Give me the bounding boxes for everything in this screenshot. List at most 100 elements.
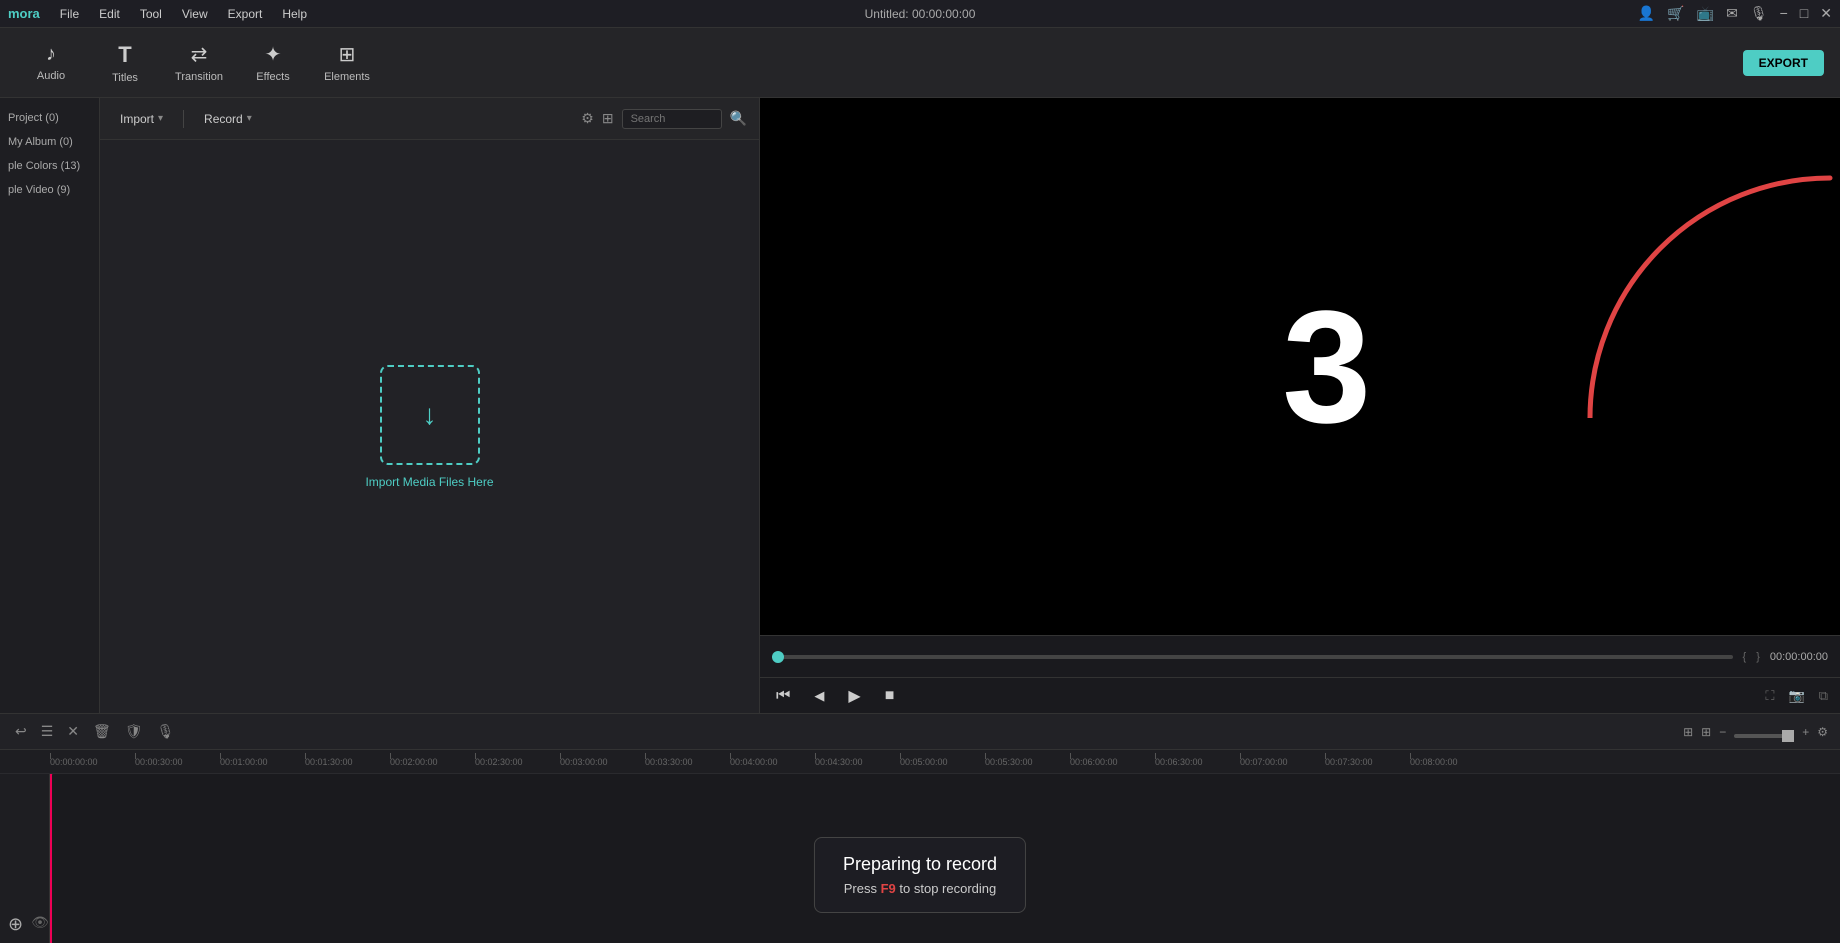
ruler-mark: 00:00:00:00 bbox=[50, 757, 135, 767]
plus-icon[interactable]: + bbox=[1802, 725, 1809, 739]
playhead bbox=[50, 774, 52, 943]
tool-effects[interactable]: ✦ Effects bbox=[238, 33, 308, 93]
zoom-handle[interactable] bbox=[1782, 730, 1794, 742]
media-right-tools: ⚙ ⊞ 🔍 bbox=[581, 109, 747, 129]
record-chevron-icon: ▾ bbox=[247, 113, 252, 124]
import-button[interactable]: Import ▾ bbox=[112, 108, 171, 130]
toolbar-separator bbox=[183, 110, 184, 128]
tool-titles[interactable]: T Titles bbox=[90, 33, 160, 93]
menu-view[interactable]: View bbox=[174, 5, 216, 23]
user-icon[interactable]: 👤 bbox=[1638, 5, 1655, 22]
menu-tool[interactable]: Tool bbox=[132, 5, 170, 23]
preview-controls: { } 00:00:00:00 bbox=[760, 635, 1840, 677]
tool-effects-label: Effects bbox=[256, 71, 289, 83]
menu-bar: mora File Edit Tool View Export Help Unt… bbox=[0, 0, 1840, 28]
tool-audio[interactable]: ♪ Audio bbox=[16, 33, 86, 93]
media-toolbar: Import ▾ Record ▾ ⚙ ⊞ 🔍 bbox=[100, 98, 759, 140]
sidebar: Project (0) My Album (0) ple Colors (13)… bbox=[0, 98, 100, 713]
ruler-mark: 00:07:30:00 bbox=[1325, 757, 1410, 767]
menu-export[interactable]: Export bbox=[220, 5, 271, 23]
search-icon[interactable]: 🔍 bbox=[730, 110, 747, 127]
settings-icon[interactable]: ⚙ bbox=[1817, 725, 1828, 739]
tool-titles-label: Titles bbox=[112, 72, 138, 84]
scrubber-dot bbox=[772, 651, 784, 663]
toolbar: ♪ Audio T Titles ⇄ Transition ✦ Effects … bbox=[0, 28, 1840, 98]
menu-edit[interactable]: Edit bbox=[91, 5, 128, 23]
ruler-mark: 00:02:30:00 bbox=[475, 757, 560, 767]
mic-icon[interactable]: 🎙 bbox=[1750, 5, 1768, 22]
timeline-scrubber[interactable] bbox=[772, 655, 1733, 659]
system-icons: 👤 🛒 📺 ✉ 🎙 − □ ✕ bbox=[1638, 5, 1832, 22]
snapshot-icon[interactable]: 📷 bbox=[1789, 688, 1805, 704]
media-content: ↓ Import Media Files Here bbox=[100, 140, 759, 713]
drop-zone-label: Import Media Files Here bbox=[365, 475, 493, 489]
search-input[interactable] bbox=[622, 109, 722, 129]
maximize-icon[interactable]: □ bbox=[1800, 5, 1808, 22]
minus-icon[interactable]: − bbox=[1719, 725, 1726, 739]
media-panel: Import ▾ Record ▾ ⚙ ⊞ 🔍 ↓ Import Media F… bbox=[100, 98, 760, 713]
export-button[interactable]: EXPORT bbox=[1743, 50, 1824, 76]
delete-icon[interactable]: 🗑 bbox=[90, 720, 114, 743]
shield-icon[interactable]: 🛡 bbox=[122, 720, 146, 743]
zoom-slider[interactable] bbox=[1734, 734, 1794, 738]
import-chevron-icon: ▾ bbox=[158, 113, 163, 124]
pip-icon[interactable]: ⧉ bbox=[1819, 688, 1828, 704]
transition-icon: ⇄ bbox=[191, 42, 208, 67]
tool-elements[interactable]: ⊞ Elements bbox=[312, 33, 382, 93]
timeline-toolbar: ↩ ☰ ✕ 🗑 🛡 🎙 ⊞ ⊞ − + ⚙ bbox=[0, 714, 1840, 750]
sidebar-item-sample-video[interactable]: ple Video (9) bbox=[0, 178, 99, 202]
rewind-button[interactable]: ⏮ bbox=[772, 683, 794, 709]
mail-icon[interactable]: ✉ bbox=[1726, 5, 1738, 22]
close-timeline-icon[interactable]: ✕ bbox=[64, 720, 82, 743]
ruler-mark: 00:04:00:00 bbox=[730, 757, 815, 767]
fullscreen-icon[interactable]: ⛶ bbox=[1765, 688, 1774, 704]
menu-help[interactable]: Help bbox=[274, 5, 315, 23]
ruler-mark: 00:05:30:00 bbox=[985, 757, 1070, 767]
undo-icon[interactable]: ↩ bbox=[12, 720, 30, 743]
bottom-icons-row: ⊕ 👁 bbox=[8, 914, 49, 935]
ruler-mark: 00:08:00:00 bbox=[1410, 757, 1495, 767]
timeline-ruler: 00:00:00:0000:00:30:0000:01:00:0000:01:3… bbox=[0, 750, 1840, 774]
play-back-button[interactable]: ◀ bbox=[810, 684, 828, 708]
menu-items: File Edit Tool View Export Help bbox=[52, 5, 315, 23]
eye-icon[interactable]: 👁 bbox=[31, 914, 49, 935]
bracket-right-icon: } bbox=[1756, 651, 1760, 663]
ruler-mark: 00:04:30:00 bbox=[815, 757, 900, 767]
timeline-right-controls: ⊞ ⊞ − + ⚙ bbox=[1683, 725, 1828, 739]
add-icon[interactable]: ⊕ bbox=[8, 914, 23, 935]
tool-audio-label: Audio bbox=[37, 70, 65, 82]
close-icon[interactable]: ✕ bbox=[1820, 5, 1832, 22]
f9-key: F9 bbox=[881, 881, 896, 896]
tool-elements-label: Elements bbox=[324, 71, 370, 83]
record-button[interactable]: Record ▾ bbox=[196, 108, 260, 130]
list-icon[interactable]: ☰ bbox=[38, 720, 57, 743]
tool-transition[interactable]: ⇄ Transition bbox=[164, 33, 234, 93]
play-button[interactable]: ▶ bbox=[844, 682, 864, 710]
main-area: Project (0) My Album (0) ple Colors (13)… bbox=[0, 98, 1840, 713]
sidebar-item-project[interactable]: Project (0) bbox=[0, 106, 99, 130]
snap-icon[interactable]: ⊞ bbox=[1683, 725, 1693, 739]
app-logo: mora bbox=[8, 6, 40, 21]
sidebar-item-my-album[interactable]: My Album (0) bbox=[0, 130, 99, 154]
add-track-icon[interactable]: ⊞ bbox=[1701, 725, 1711, 739]
countdown-overlay: 3 bbox=[760, 98, 1840, 635]
filter-icon[interactable]: ⚙ bbox=[581, 110, 594, 127]
screen-icon[interactable]: 📺 bbox=[1697, 5, 1714, 22]
ruler-marks: 00:00:00:0000:00:30:0000:01:00:0000:01:3… bbox=[50, 757, 1495, 767]
menu-file[interactable]: File bbox=[52, 5, 87, 23]
cart-icon[interactable]: 🛒 bbox=[1667, 5, 1684, 22]
ruler-mark: 00:01:00:00 bbox=[220, 757, 305, 767]
minimize-icon[interactable]: − bbox=[1780, 5, 1788, 22]
drop-zone[interactable]: ↓ bbox=[380, 365, 480, 465]
ruler-mark: 00:05:00:00 bbox=[900, 757, 985, 767]
record-timeline-icon[interactable]: 🎙 bbox=[154, 720, 178, 743]
sidebar-item-sample-colors[interactable]: ple Colors (13) bbox=[0, 154, 99, 178]
ruler-mark: 00:01:30:00 bbox=[305, 757, 390, 767]
stop-button[interactable]: ■ bbox=[881, 683, 899, 709]
audio-icon: ♪ bbox=[46, 43, 56, 66]
effects-icon: ✦ bbox=[265, 42, 282, 67]
toast-title: Preparing to record bbox=[843, 854, 997, 875]
grid-icon[interactable]: ⊞ bbox=[602, 110, 614, 127]
preview-video: 3 bbox=[760, 98, 1840, 635]
titles-icon: T bbox=[118, 42, 131, 68]
